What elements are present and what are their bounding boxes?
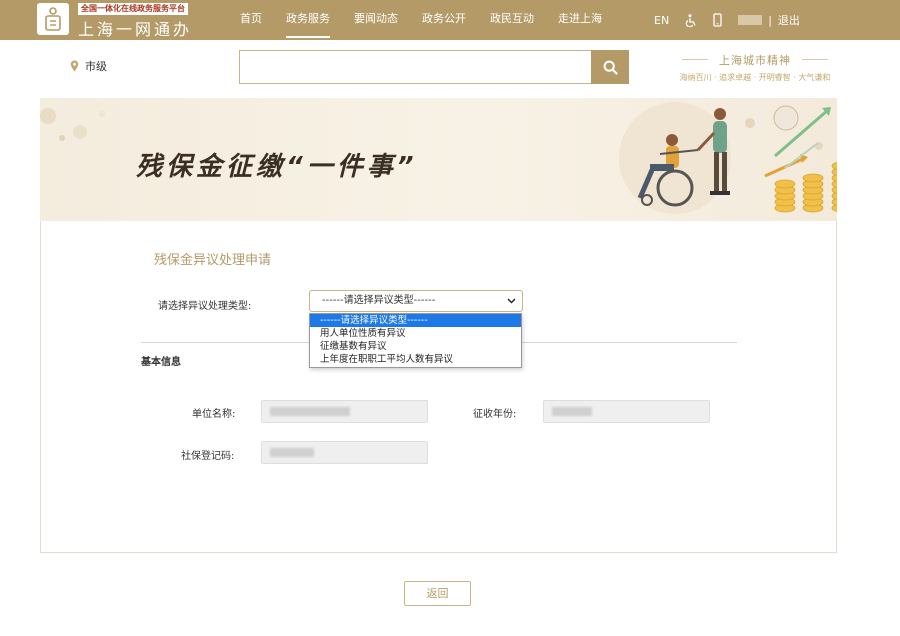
option-avg-employees[interactable]: 上年度在职职工平均人数有异议 <box>310 353 521 366</box>
nav-gov-services[interactable]: 政务服务 <box>286 0 330 40</box>
city-spirit: 上海城市精神 海纳百川 · 追求卓越 · 开明睿智 · 大气谦和 <box>670 52 840 83</box>
banner-title: 残保金征缴“一件事” <box>136 152 418 182</box>
top-bar: 全国一体化在线政务服务平台 上海一网通办 首页 政务服务 要闻动态 政务公开 政… <box>0 0 900 40</box>
search-input[interactable] <box>239 50 592 84</box>
social-security-code-label: 社保登记码: <box>181 451 235 462</box>
region-selector[interactable]: 市级 <box>70 58 107 74</box>
social-security-code-field <box>261 441 428 464</box>
separator: | <box>768 13 772 27</box>
collection-year-label: 征收年份: <box>473 409 517 420</box>
wheelchair-illustration <box>619 102 837 214</box>
logout-link[interactable]: 退出 <box>778 12 800 28</box>
user-name-redacted <box>738 15 763 25</box>
search-button[interactable] <box>591 50 629 84</box>
mobile-icon[interactable] <box>713 13 722 27</box>
nav-about-shanghai[interactable]: 走进上海 <box>558 0 602 40</box>
accessibility-icon[interactable] <box>685 13 697 27</box>
logo-icon[interactable] <box>37 3 69 35</box>
nav-interaction[interactable]: 政民互动 <box>490 0 534 40</box>
location-pin-icon <box>70 60 79 72</box>
company-name-redacted <box>270 406 350 416</box>
logo-subtitle: 全国一体化在线政务服务平台 <box>78 3 188 15</box>
user-menu[interactable]: | 退出 <box>738 12 800 28</box>
option-employer-nature[interactable]: 用人单位性质有异议 <box>310 327 521 340</box>
nav-news[interactable]: 要闻动态 <box>354 0 398 40</box>
nav-gov-public[interactable]: 政务公开 <box>422 0 466 40</box>
form-card: 残保金异议处理申请 请选择异议处理类型: ------请选择异议类型------… <box>40 221 837 553</box>
city-spirit-subtitle: 海纳百川 · 追求卓越 · 开明睿智 · 大气谦和 <box>679 73 831 82</box>
objection-type-value: ------请选择异议类型------ <box>322 295 436 306</box>
objection-type-label: 请选择异议处理类型: <box>158 301 252 312</box>
social-security-code-redacted <box>270 447 314 457</box>
chevron-down-icon <box>507 298 516 304</box>
basic-info-title: 基本信息 <box>141 357 181 368</box>
option-collection-base[interactable]: 征缴基数有异议 <box>310 340 521 353</box>
search-icon <box>603 60 618 75</box>
company-name-label: 单位名称: <box>192 409 236 420</box>
city-spirit-title: 上海城市精神 <box>670 52 840 68</box>
objection-type-options: ------请选择异议类型------ 用人单位性质有异议 征缴基数有异议 上年… <box>309 313 522 368</box>
option-placeholder[interactable]: ------请选择异议类型------ <box>310 314 521 327</box>
main-nav: 首页 政务服务 要闻动态 政务公开 政民互动 走进上海 <box>240 0 626 40</box>
language-toggle[interactable]: EN <box>654 14 669 27</box>
collection-year-field <box>543 400 710 423</box>
region-label: 市级 <box>85 60 107 73</box>
objection-type-select[interactable]: ------请选择异议类型------ <box>309 290 523 312</box>
nav-home[interactable]: 首页 <box>240 0 262 40</box>
collection-year-redacted <box>552 406 592 416</box>
form-title: 残保金异议处理申请 <box>154 253 272 268</box>
logo-title[interactable]: 上海一网通办 <box>78 16 192 40</box>
top-right-tools: EN | 退出 <box>654 0 816 40</box>
back-button[interactable]: 返回 <box>404 581 471 606</box>
company-name-field <box>261 400 428 423</box>
service-banner: 残保金征缴“一件事” <box>40 98 837 221</box>
